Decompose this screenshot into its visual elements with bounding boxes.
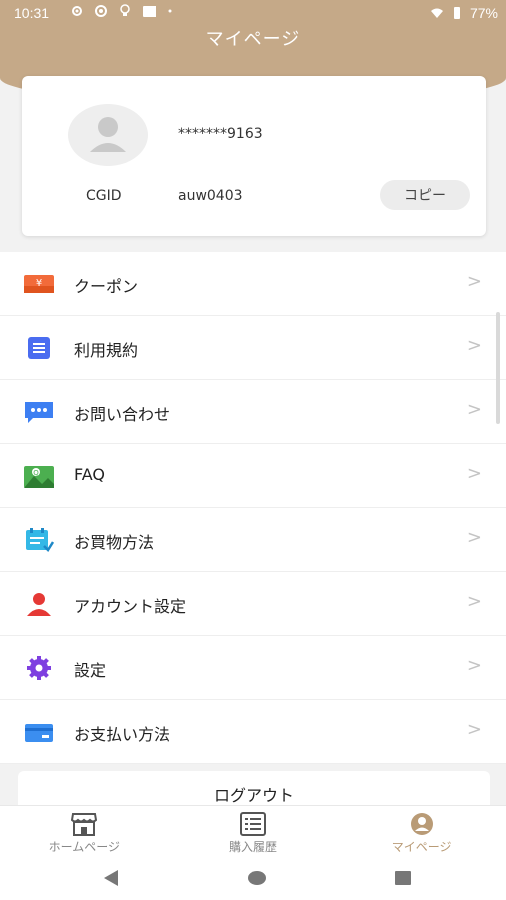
menu-item-coupon[interactable]: ¥ クーポン > xyxy=(0,252,506,316)
menu-item-contact[interactable]: お問い合わせ > xyxy=(0,380,506,444)
svg-text:¥: ¥ xyxy=(36,278,42,289)
menu-item-account-settings[interactable]: アカウント設定 > xyxy=(0,572,506,636)
chevron-right-icon: > xyxy=(466,591,482,612)
scrollbar[interactable] xyxy=(496,312,500,424)
chevron-right-icon: > xyxy=(466,399,482,420)
account-circle-icon xyxy=(410,813,433,835)
chevron-right-icon: > xyxy=(466,719,482,740)
card-icon xyxy=(25,724,53,742)
status-time: 10:31 xyxy=(14,5,50,21)
profile-card: *******9163 CGID auw0403 コピー xyxy=(22,76,486,236)
tab-history-label: 購入履歴 xyxy=(229,840,278,854)
person-icon xyxy=(27,593,51,616)
store-icon xyxy=(71,813,98,836)
shopping-guide-icon xyxy=(26,528,54,552)
dot-status-icon xyxy=(168,9,172,13)
page-title: マイページ xyxy=(205,29,301,50)
menu-label: お支払い方法 xyxy=(74,725,171,744)
chevron-right-icon: > xyxy=(466,527,482,548)
menu-item-faq[interactable]: Q FAQ > xyxy=(0,444,506,508)
svg-text:Q: Q xyxy=(33,469,39,477)
tab-home-label: ホームページ xyxy=(48,840,121,854)
chevron-right-icon: > xyxy=(466,335,482,356)
menu-label: お問い合わせ xyxy=(74,405,171,424)
menu-label: 設定 xyxy=(74,661,107,680)
tab-mypage[interactable]: マイページ xyxy=(337,806,506,858)
menu-label: クーポン xyxy=(74,277,139,296)
cgid-value: auw0403 xyxy=(178,188,243,204)
bottom-nav: ホームページ 購入履歴 マイページ xyxy=(0,805,506,858)
tab-mypage-label: マイページ xyxy=(391,840,452,854)
menu-label: お買物方法 xyxy=(74,533,155,552)
chevron-right-icon: > xyxy=(466,463,482,484)
cgid-label: CGID xyxy=(86,188,122,204)
status-bar: 10:31 77% xyxy=(0,0,506,26)
copy-button[interactable]: コピー xyxy=(380,180,470,210)
menu-label: 利用規約 xyxy=(74,341,139,360)
menu-item-settings[interactable]: 設定 > xyxy=(0,636,506,700)
coupon-icon: ¥ xyxy=(24,275,54,293)
wifi-icon xyxy=(430,8,443,18)
gear-icon xyxy=(27,656,51,680)
chevron-right-icon: > xyxy=(466,655,482,676)
battery-icon xyxy=(453,7,460,19)
chevron-right-icon: > xyxy=(466,271,482,292)
tab-history[interactable]: 購入履歴 xyxy=(169,806,338,858)
menu-label: アカウント設定 xyxy=(74,597,187,616)
bulb-status-icon xyxy=(120,4,130,16)
menu-label: FAQ xyxy=(74,465,105,484)
battery-level: 77% xyxy=(469,5,498,21)
avatar[interactable] xyxy=(68,104,148,166)
home-circle-icon[interactable] xyxy=(246,869,268,887)
back-icon[interactable] xyxy=(100,869,122,887)
system-nav-bar xyxy=(0,857,506,900)
tab-home[interactable]: ホームページ xyxy=(0,806,169,858)
menu-item-payment[interactable]: お支払い方法 > xyxy=(0,700,506,764)
chat-icon xyxy=(25,402,53,423)
sync-status-icon xyxy=(95,5,107,17)
faq-icon: Q xyxy=(24,466,54,488)
list-icon xyxy=(240,812,266,836)
image-status-icon xyxy=(143,6,156,17)
menu-list: ¥ クーポン > 利用規約 > お問い合わせ > Q FAQ > お買物方法 >… xyxy=(0,252,506,764)
menu-item-terms[interactable]: 利用規約 > xyxy=(0,316,506,380)
status-right: 77% xyxy=(430,5,498,21)
account-number: *******9163 xyxy=(178,126,263,142)
menu-item-shopping-guide[interactable]: お買物方法 > xyxy=(0,508,506,572)
notification-icons xyxy=(70,4,180,18)
gear-status-icon xyxy=(72,6,82,16)
person-avatar-icon xyxy=(90,117,126,152)
recents-icon[interactable] xyxy=(392,869,414,887)
document-icon xyxy=(28,337,50,359)
